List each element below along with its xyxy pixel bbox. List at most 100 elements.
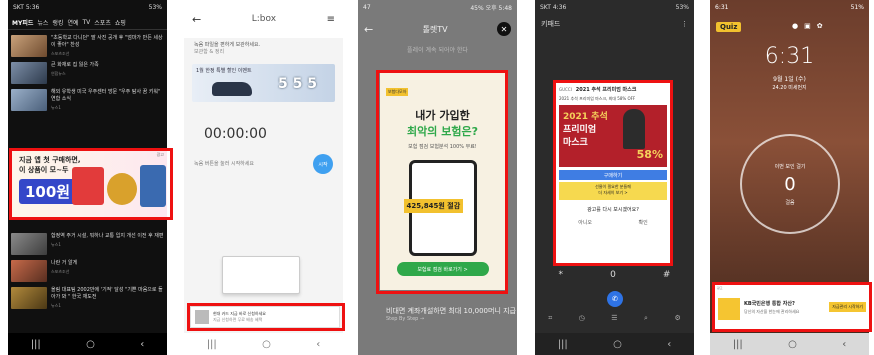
key-star[interactable]: * xyxy=(559,270,564,280)
list-item[interactable]: 해외 유학생 미국 우주센터 방문 "우주 탐사 꿈 키워" 연합 소식뉴스1 xyxy=(8,86,167,113)
list-item[interactable]: 올림 대표팀 2002만에 '기적' 달성 "기쁜 마음으로 돌아가 봐 " 한… xyxy=(8,284,167,311)
step-count: 0 xyxy=(784,173,796,195)
back-arrow-icon[interactable]: ← xyxy=(364,23,373,36)
list-item[interactable]: 합정역 주거 시설, 뭐하나 교통 입지 개선 이전 후 재편뉴스1 xyxy=(8,230,167,257)
lock-date: 9월 1일 (수) xyxy=(773,76,806,83)
banner-text: 1월 한정 특별 할인 이벤트 xyxy=(196,68,252,74)
back-icon[interactable]: ‹ xyxy=(316,339,320,350)
tv-icon[interactable]: ▣ xyxy=(804,22,811,30)
news-title: "초등학교 다니던" 딸 사진 공개 후 "엄마가 만든 세상이 좋아" 찬성 xyxy=(51,35,163,48)
timer-display: 00:00:00 xyxy=(204,126,267,142)
start-button[interactable]: 시작 xyxy=(313,154,333,174)
brand-line: 보관함 & 정리 xyxy=(194,49,225,55)
news-title: 나란 거 알게 xyxy=(51,260,78,266)
news-thumbnail xyxy=(11,287,47,309)
key-zero[interactable]: 0 xyxy=(610,270,616,280)
key-hash[interactable]: # xyxy=(663,270,671,280)
status-battery: 51% xyxy=(850,4,864,11)
intro-text: 녹음 파일을 편하게 보관하세요. xyxy=(194,42,261,48)
step-unit: 걸음 xyxy=(785,199,795,206)
bottom-sub: Step By Step → xyxy=(386,316,425,322)
quiz-badge[interactable]: Quiz xyxy=(716,22,742,32)
tab-settings-icon[interactable]: ⚙ xyxy=(674,314,680,323)
app-title: 키패드 xyxy=(541,20,561,28)
back-arrow-icon[interactable]: ← xyxy=(192,13,201,26)
news-source: 뉴스1 xyxy=(51,303,61,308)
status-battery: 53% xyxy=(675,4,689,11)
tab-entertainment[interactable]: 연예 xyxy=(67,18,78,27)
news-title: 해외 유학생 미국 우주센터 방문 "우주 탐사 꿈 키워" 연합 소식 xyxy=(51,89,161,102)
close-icon[interactable]: ✕ xyxy=(497,22,511,36)
status-battery: 45% 오후 5:48 xyxy=(470,5,512,12)
phone-lbox-app: ← L:box ≡ 녹음 파일을 편하게 보관하세요. 보관함 & 정리 1월 … xyxy=(184,0,343,355)
news-title: 올림 대표팀 2002만에 '기적' 달성 "기쁜 마음으로 돌아가 봐 " 한… xyxy=(51,287,163,300)
app-title: L:box xyxy=(251,14,277,24)
gear-icon[interactable]: ✿ xyxy=(817,22,823,30)
tab-recent-icon[interactable]: ◷ xyxy=(579,314,585,323)
status-time: SKT 5:36 xyxy=(13,4,40,11)
news-thumbnail xyxy=(11,233,47,255)
android-nav-bar: ||| ○ ‹ xyxy=(184,333,343,355)
recent-apps-icon[interactable]: ||| xyxy=(733,339,743,350)
status-time: 6:31 xyxy=(715,4,729,11)
hint-text: 녹음 버튼을 눌러 시작하세요 xyxy=(194,160,254,167)
home-icon[interactable]: ○ xyxy=(613,339,622,350)
android-nav-bar: ||| ○ ‹ xyxy=(710,333,869,355)
news-thumbnail xyxy=(11,89,47,111)
news-source: 뉴스1 xyxy=(51,105,61,110)
recent-apps-icon[interactable]: ||| xyxy=(558,339,568,350)
home-icon[interactable]: ○ xyxy=(86,339,95,350)
list-item[interactable]: "초등학교 다니던" 딸 사진 공개 후 "엄마가 만든 세상이 좋아" 찬성스… xyxy=(8,32,167,59)
status-bar: 47 45% 오후 5:48 xyxy=(358,0,517,15)
list-item[interactable]: 큰 화재로 집 잃은 가족연합뉴스 xyxy=(8,59,167,86)
tab-sports[interactable]: 스포츠 xyxy=(94,18,111,27)
bottom-text: 비대면 계좌개설하면 최대 10,000머니 지급 xyxy=(386,307,516,315)
status-time: SKT 4:36 xyxy=(540,4,567,11)
android-nav-bar: ||| ○ ‹ xyxy=(535,333,694,355)
tab-contacts-icon[interactable]: ☰ xyxy=(611,314,617,323)
tab-my-feed[interactable]: MY피드 xyxy=(12,18,33,27)
status-bar: SKT 5:36 53% xyxy=(8,0,167,15)
news-source: 스포츠조선 xyxy=(51,51,70,56)
ad-highlight-box xyxy=(9,148,173,220)
recent-apps-icon[interactable]: ||| xyxy=(207,339,217,350)
tab-tv[interactable]: TV xyxy=(83,19,91,26)
tab-shopping[interactable]: 쇼핑 xyxy=(115,18,126,27)
news-title: 큰 화재로 집 잃은 가족 xyxy=(51,62,99,68)
bottom-promo[interactable]: 비대면 계좌개설하면 최대 10,000머니 지급 Step By Step → xyxy=(386,307,516,323)
tab-news[interactable]: 뉴스 xyxy=(37,18,48,27)
ad-highlight-box xyxy=(376,70,508,294)
user-icon[interactable]: ● xyxy=(792,22,798,30)
promo-banner[interactable]: 1월 한정 특별 할인 이벤트 5 5 5 xyxy=(192,64,335,102)
news-source: 연합뉴스 xyxy=(51,71,66,76)
ad-highlight-box xyxy=(187,303,345,331)
back-icon[interactable]: ‹ xyxy=(140,339,144,350)
call-button[interactable]: ✆ xyxy=(607,291,623,307)
banner-numbers: 5 5 5 xyxy=(278,76,317,92)
status-time: 47 xyxy=(363,4,371,11)
behind-text: 플레이 계속 되어야 한다 xyxy=(407,47,468,54)
tab-ranking[interactable]: 랭킹 xyxy=(52,18,63,27)
status-bar: SKT 4:36 53% xyxy=(535,0,694,15)
step-widget[interactable]: 이번 보인 걸기 0 걸음 xyxy=(740,134,840,234)
news-title: 합정역 주거 시설, 뭐하나 교통 입지 개선 이전 후 재편 xyxy=(51,233,164,239)
recorder-device-image xyxy=(222,256,300,294)
status-battery: 53% xyxy=(148,4,162,11)
ad-highlight-box xyxy=(712,282,872,332)
list-item[interactable]: 나란 거 알게 스포츠조선 xyxy=(8,257,167,284)
status-bar: 6:31 51% xyxy=(710,0,869,15)
news-thumbnail xyxy=(11,35,47,57)
back-icon[interactable]: ‹ xyxy=(667,339,671,350)
back-icon[interactable]: ‹ xyxy=(842,339,846,350)
more-icon[interactable]: ⋮ xyxy=(681,20,688,28)
car-image xyxy=(212,82,252,96)
home-icon[interactable]: ○ xyxy=(262,339,271,350)
menu-icon[interactable]: ≡ xyxy=(327,14,335,25)
tab-search-icon[interactable]: ⌕ xyxy=(644,314,648,323)
home-icon[interactable]: ○ xyxy=(788,339,797,350)
recent-apps-icon[interactable]: ||| xyxy=(31,339,41,350)
header-title: 톨렛TV xyxy=(422,24,448,34)
news-source: 뉴스1 xyxy=(51,242,61,247)
ad-highlight-box xyxy=(553,80,673,266)
tab-keypad-icon[interactable]: ⌗ xyxy=(548,314,552,323)
